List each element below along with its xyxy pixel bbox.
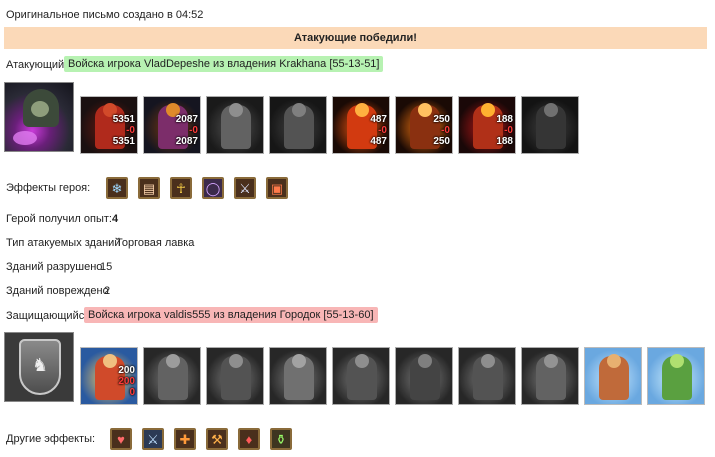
unit-head [544, 354, 558, 368]
monk-unit[interactable] [395, 347, 453, 405]
unit-count-mid: -0 [189, 125, 198, 136]
gargoyle-unit[interactable] [206, 96, 264, 154]
unit-count-bottom: 250 [433, 136, 450, 147]
unit-count-mid: -0 [378, 125, 387, 136]
king-unit[interactable]: 200 200 0 [80, 347, 138, 405]
red-dragon-unit[interactable]: 5351 -0 5351 [80, 96, 138, 154]
exp-label: Герой получил опыт: [6, 213, 112, 225]
unit-count-bottom: 0 [129, 387, 135, 398]
unit-count-bottom: 188 [496, 136, 513, 147]
battle-result-banner: Атакующие победили! [4, 27, 707, 49]
tower-unit[interactable] [584, 347, 642, 405]
potion-icon[interactable]: ⚱ [270, 428, 292, 450]
cavalry-unit[interactable] [206, 347, 264, 405]
unit-head [229, 354, 243, 368]
chest-icon[interactable]: ▣ [266, 177, 288, 199]
destroyed-value: 15 [100, 261, 113, 273]
archer-unit[interactable] [332, 347, 390, 405]
sword-icon[interactable]: ⚔ [234, 177, 256, 199]
attacker-name[interactable]: Войска игрока VladDepeshe из владения Kr… [64, 56, 384, 72]
defender-label: Защищающийся [6, 310, 91, 322]
axe-icon[interactable]: ✚ [174, 428, 196, 450]
wraith-unit[interactable] [521, 96, 579, 154]
unit-head [670, 354, 684, 368]
unit-count-top: 250 [433, 114, 450, 125]
damaged-value: 2 [104, 285, 111, 297]
unit-count-mid: -0 [126, 125, 135, 136]
ankh-icon[interactable]: ☥ [170, 177, 192, 199]
unit-count-mid: -0 [504, 125, 513, 136]
devil-unit[interactable]: 188 -0 188 [458, 96, 516, 154]
unit-count-top: 200 [118, 365, 135, 376]
scroll-icon[interactable]: ▤ [138, 177, 160, 199]
unit-count-bottom: 487 [370, 136, 387, 147]
face-shape [31, 101, 49, 117]
unit-count-mid: -0 [441, 125, 450, 136]
bone-dragon-unit[interactable] [269, 96, 327, 154]
unit-head [418, 354, 432, 368]
unit-head [544, 103, 558, 117]
unit-count-top: 5351 [112, 114, 135, 125]
fire-elemental-unit[interactable]: 487 -0 487 [332, 96, 390, 154]
buildings-type-value: Торговая лавка [116, 237, 195, 249]
magic-glow [13, 131, 37, 145]
unit-head [355, 103, 369, 117]
unit-head [355, 354, 369, 368]
attacker-label: Атакующий [6, 59, 65, 71]
unit-head [418, 103, 432, 117]
hammer-icon[interactable]: ⚒ [206, 428, 228, 450]
mage-tower-unit[interactable] [647, 347, 705, 405]
shield-buff-icon[interactable]: ♦ [238, 428, 260, 450]
exp-value: 4 [112, 213, 119, 225]
griffin-unit[interactable] [269, 347, 327, 405]
buildings-type-label: Тип атакуемых зданий [6, 237, 121, 249]
paladin-unit[interactable] [458, 347, 516, 405]
lich-unit[interactable]: 2087 -0 2087 [143, 96, 201, 154]
unit-head [481, 103, 495, 117]
unit-head [607, 354, 621, 368]
unit-count-mid: 200 [118, 376, 135, 387]
attacker-hero-portrait[interactable] [4, 82, 74, 152]
angel-unit[interactable] [521, 347, 579, 405]
damaged-label: Зданий повреждено [6, 285, 109, 297]
swordsman-unit[interactable] [143, 347, 201, 405]
unit-head [103, 354, 117, 368]
unit-count-bottom: 5351 [112, 136, 135, 147]
defender-name[interactable]: Войска игрока valdis555 из владения Горо… [84, 307, 378, 323]
unit-count-bottom: 2087 [175, 136, 198, 147]
lion-icon: ♞ [32, 355, 49, 375]
unit-head [292, 354, 306, 368]
unit-head [229, 103, 243, 117]
created-time: Оригинальное письмо создано в 04:52 [6, 9, 204, 21]
armor-icon[interactable]: ♥ [110, 428, 132, 450]
unit-count-top: 188 [496, 114, 513, 125]
hero-effects-label: Эффекты героя: [6, 182, 91, 194]
ring-icon[interactable]: ◯ [202, 177, 224, 199]
unit-count-top: 487 [370, 114, 387, 125]
destroyed-label: Зданий разрушено [6, 261, 103, 273]
frost-icon[interactable]: ❄ [106, 177, 128, 199]
unit-head [481, 354, 495, 368]
unit-head [292, 103, 306, 117]
efreet-unit[interactable]: 250 -0 250 [395, 96, 453, 154]
blade-icon[interactable]: ⚔ [142, 428, 164, 450]
defender-hero-crest[interactable]: ♞ [4, 332, 74, 402]
unit-head [166, 354, 180, 368]
unit-count-top: 2087 [175, 114, 198, 125]
other-effects-label: Другие эффекты: [6, 433, 96, 445]
